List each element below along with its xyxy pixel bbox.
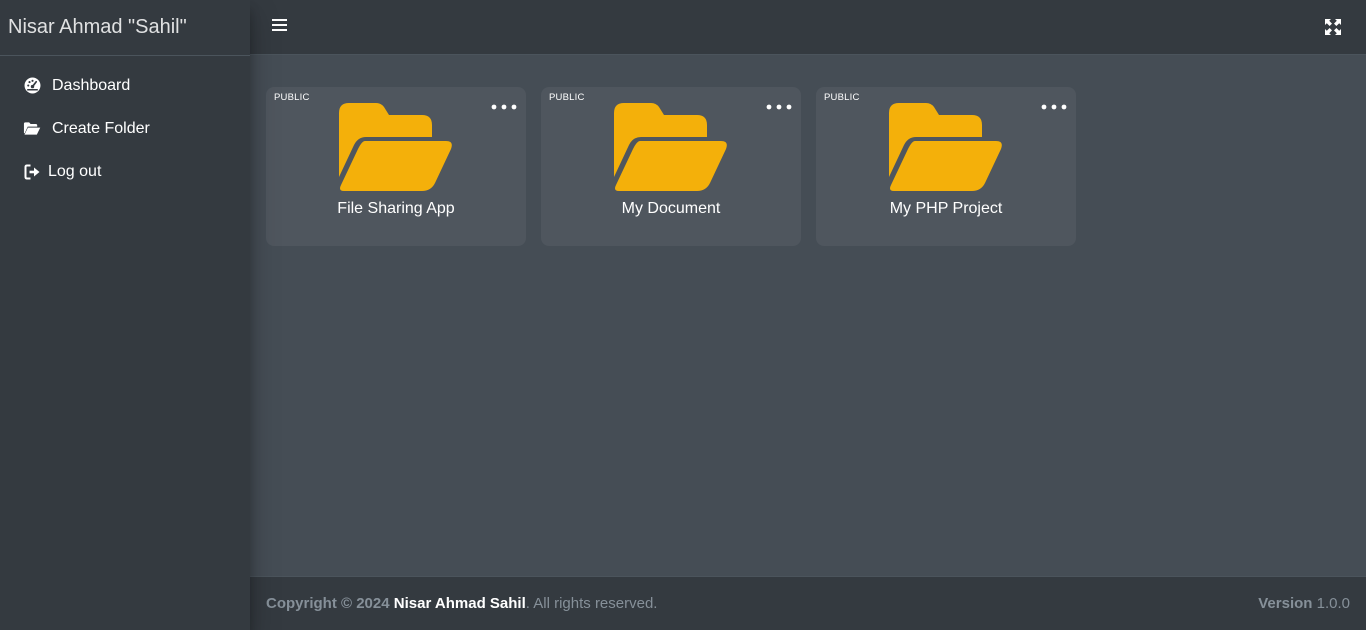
sidebar-item-dashboard[interactable]: Dashboard: [0, 64, 250, 107]
more-options-icon[interactable]: [766, 97, 792, 110]
footer-version: Version 1.0.0: [1258, 595, 1350, 612]
folder-icon: [888, 103, 1004, 192]
copyright-text: Copyright © 2024: [266, 595, 390, 612]
folder-card[interactable]: PUBLIC File Sharing App: [266, 87, 526, 246]
folder-name: My Document: [621, 200, 721, 217]
folder-name: File Sharing App: [337, 200, 455, 217]
author-link[interactable]: Nisar Ahmad Sahil: [394, 595, 526, 612]
version-value: 1.0.0: [1316, 595, 1350, 612]
expand-icon[interactable]: [1325, 19, 1341, 35]
folder-grid: PUBLIC File Sharing App PUBLIC My Docume…: [266, 87, 1076, 246]
sidebar-nav: Dashboard Create Folder Log out: [0, 56, 250, 193]
visibility-badge: PUBLIC: [274, 92, 310, 103]
visibility-badge: PUBLIC: [549, 92, 585, 103]
more-options-icon[interactable]: [1041, 97, 1067, 110]
footer-copyright: Copyright © 2024 Nisar Ahmad Sahil. All …: [266, 595, 657, 612]
footer: Copyright © 2024 Nisar Ahmad Sahil. All …: [250, 576, 1366, 630]
more-options-icon[interactable]: [491, 97, 517, 110]
hamburger-icon[interactable]: [272, 18, 290, 36]
folder-card[interactable]: PUBLIC My Document: [541, 87, 801, 246]
sidebar-item-label: Dashboard: [52, 76, 131, 94]
folder-icon: [613, 103, 729, 192]
sidebar: Nisar Ahmad "Sahil" Dashboard Create Fol…: [0, 0, 250, 630]
logout-icon: [23, 163, 41, 181]
sidebar-item-label: Log out: [48, 162, 102, 180]
main-content: PUBLIC File Sharing App PUBLIC My Docume…: [250, 55, 1366, 576]
brand-title[interactable]: Nisar Ahmad "Sahil": [0, 0, 250, 56]
folder-name: My PHP Project: [889, 200, 1003, 217]
top-navbar: [250, 0, 1366, 55]
sidebar-item-create-folder[interactable]: Create Folder: [0, 107, 250, 150]
folder-card[interactable]: PUBLIC My PHP Project: [816, 87, 1076, 246]
folder-icon: [338, 103, 454, 192]
visibility-badge: PUBLIC: [824, 92, 860, 103]
version-label: Version: [1258, 595, 1313, 612]
rights-text: . All rights reserved.: [525, 595, 658, 612]
sidebar-item-logout[interactable]: Log out: [0, 150, 250, 193]
sidebar-item-label: Create Folder: [52, 119, 150, 137]
folder-open-icon: [23, 120, 41, 138]
dashboard-icon: [23, 77, 41, 95]
